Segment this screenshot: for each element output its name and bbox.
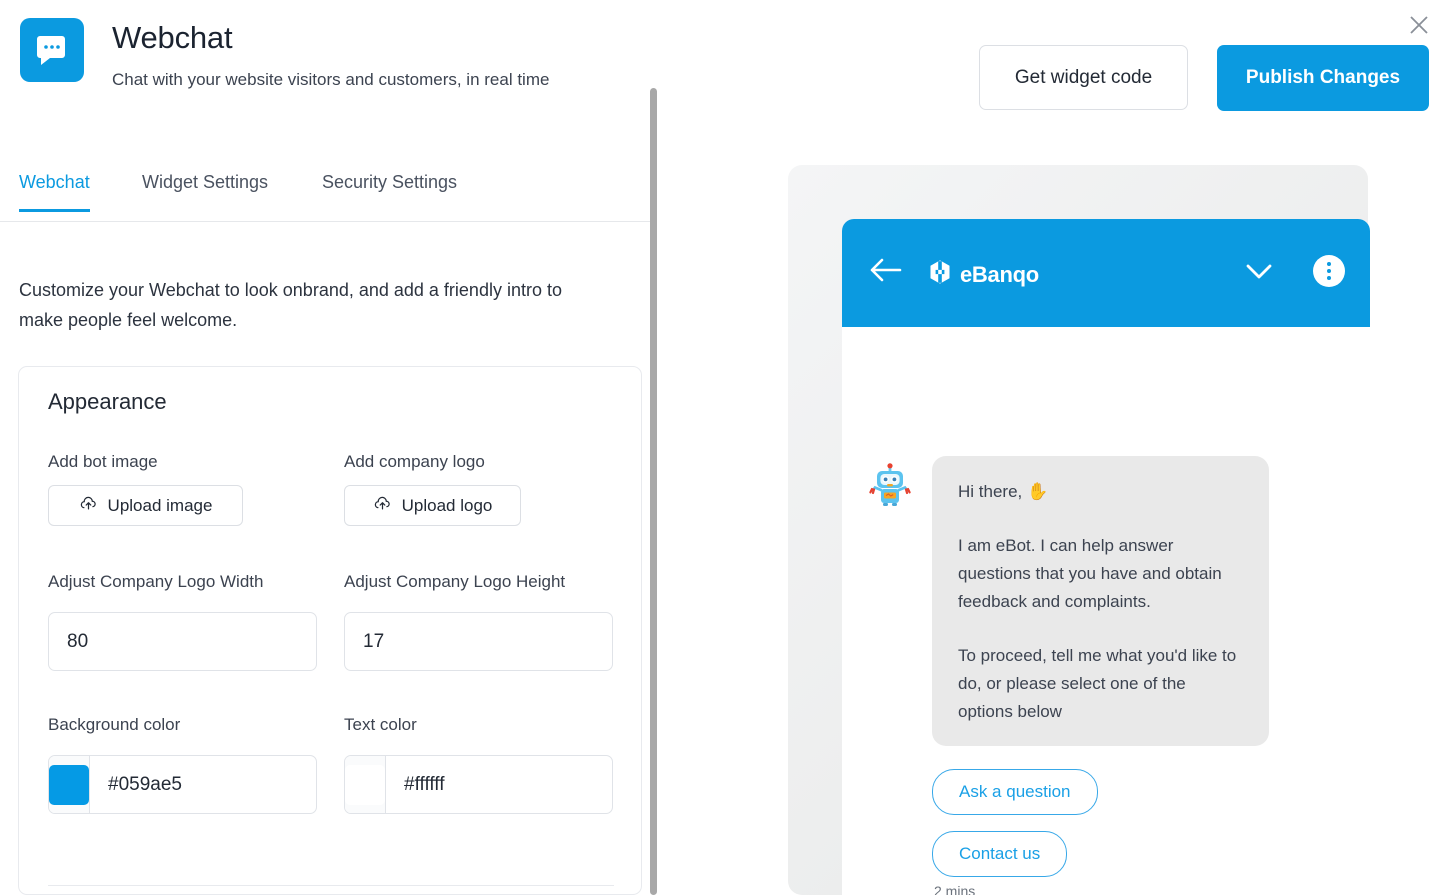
text-color-swatch-button[interactable] xyxy=(345,756,386,813)
text-color-field[interactable] xyxy=(344,755,613,814)
bot-message-line-3: To proceed, tell me what you'd like to d… xyxy=(958,646,1237,721)
chat-widget-preview: eBanqo Hi there, ✋ I am eBot. I can help… xyxy=(842,219,1370,895)
upload-image-label: Upload image xyxy=(107,495,213,515)
brand-logo: eBanqo xyxy=(927,259,1039,290)
bot-message-timestamp: 2 mins xyxy=(934,883,976,895)
logo-height-label: Adjust Company Logo Height xyxy=(344,572,566,591)
upload-logo-label: Upload logo xyxy=(401,495,493,515)
tab-bar: Webchat Widget Settings Security Setting… xyxy=(0,160,655,222)
logo-width-input[interactable] xyxy=(48,612,317,671)
text-color-input[interactable] xyxy=(386,756,612,813)
menu-dot xyxy=(1327,276,1331,280)
settings-scrollbar-track[interactable] xyxy=(650,88,657,895)
settings-scrollbar-thumb[interactable] xyxy=(650,88,657,895)
chat-message-list: Hi there, ✋ I am eBot. I can help answer… xyxy=(842,327,1370,895)
add-bot-image-label: Add bot image xyxy=(48,452,158,471)
background-color-swatch-button[interactable] xyxy=(49,756,90,813)
background-color-swatch xyxy=(49,764,89,805)
logo-height-input[interactable] xyxy=(344,612,613,671)
tab-widget-settings[interactable]: Widget Settings xyxy=(142,172,268,211)
page-subtitle: Chat with your website visitors and cust… xyxy=(112,70,550,89)
upload-logo-button[interactable]: Upload logo xyxy=(344,485,521,526)
appearance-card: Appearance Add bot image Upload image Ad… xyxy=(18,366,642,895)
publish-changes-button[interactable]: Publish Changes xyxy=(1217,45,1429,111)
menu-dot xyxy=(1327,262,1331,266)
logo-width-label: Adjust Company Logo Width xyxy=(48,572,264,591)
text-color-label: Text color xyxy=(344,715,417,734)
cloud-upload-icon xyxy=(373,494,392,518)
background-color-label: Background color xyxy=(48,715,181,734)
background-color-input[interactable] xyxy=(90,756,316,813)
ebanqo-hex-icon xyxy=(927,259,953,290)
bot-message-bubble: Hi there, ✋ I am eBot. I can help answer… xyxy=(932,456,1269,746)
chat-bubble-icon xyxy=(20,18,84,82)
tab-webchat[interactable]: Webchat xyxy=(19,172,90,212)
appearance-card-title: Appearance xyxy=(48,389,167,414)
menu-dot xyxy=(1327,269,1331,273)
chevron-down-icon[interactable] xyxy=(1244,261,1274,288)
background-color-field[interactable] xyxy=(48,755,317,814)
page-title: Webchat xyxy=(112,20,233,55)
page-header: Webchat Chat with your website visitors … xyxy=(0,0,1444,140)
quick-reply-ask-a-question[interactable]: Ask a question xyxy=(932,769,1098,815)
bot-message-line-1: Hi there, ✋ xyxy=(958,482,1049,501)
brand-name: eBanqo xyxy=(960,261,1039,287)
close-icon[interactable] xyxy=(1402,8,1436,42)
cloud-upload-icon xyxy=(79,494,98,518)
upload-image-button[interactable]: Upload image xyxy=(48,485,243,526)
back-arrow-icon[interactable] xyxy=(868,257,902,288)
settings-panel: Webchat Widget Settings Security Setting… xyxy=(0,160,660,895)
tab-security-settings[interactable]: Security Settings xyxy=(322,172,457,211)
text-color-swatch xyxy=(345,764,385,805)
get-widget-code-button[interactable]: Get widget code xyxy=(979,45,1188,110)
chat-widget-header: eBanqo xyxy=(842,219,1370,327)
robot-avatar-icon xyxy=(868,463,912,507)
quick-reply-contact-us[interactable]: Contact us xyxy=(932,831,1068,877)
bot-message-line-2: I am eBot. I can help answer questions t… xyxy=(958,536,1222,611)
kebab-menu-icon[interactable] xyxy=(1313,255,1345,287)
add-company-logo-label: Add company logo xyxy=(344,452,485,471)
intro-text: Customize your Webchat to look onbrand, … xyxy=(19,280,562,330)
webchat-settings-page: Webchat Chat with your website visitors … xyxy=(0,0,1444,895)
card-divider xyxy=(48,885,614,886)
